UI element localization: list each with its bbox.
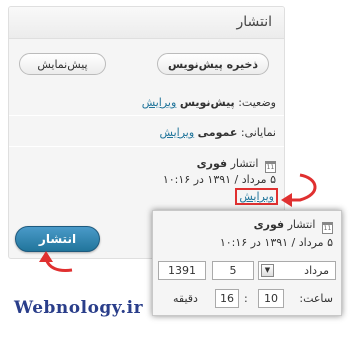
month-select[interactable]: مرداد ▼ bbox=[258, 261, 336, 280]
arrow-to-edit-link bbox=[288, 173, 317, 202]
popup-publish-row: 11 انتشار فوری bbox=[254, 218, 333, 234]
minute-label: دقیقه bbox=[173, 292, 198, 305]
time-separator: : bbox=[244, 292, 248, 305]
time-label: ساعت: bbox=[299, 292, 333, 305]
day-input[interactable]: 5 bbox=[212, 261, 254, 280]
minute-input[interactable]: 16 bbox=[215, 289, 239, 308]
year-input[interactable]: 1391 bbox=[158, 261, 206, 280]
calendar-icon: 11 bbox=[322, 222, 333, 234]
watermark-logo: Webnology.ir bbox=[14, 298, 144, 318]
popup-publish-value: فوری bbox=[253, 218, 285, 231]
popup-date-text: ۵ مرداد / ۱۳۹۱ در ۱۰:۱۶ bbox=[219, 236, 333, 249]
date-edit-popup: 11 انتشار فوری ۵ مرداد / ۱۳۹۱ در ۱۰:۱۶ 1… bbox=[152, 210, 342, 316]
hour-input[interactable]: 10 bbox=[258, 289, 284, 308]
chevron-down-icon[interactable]: ▼ bbox=[261, 264, 274, 277]
arrow-head-edit bbox=[281, 193, 292, 207]
popup-publish-label: انتشار bbox=[287, 218, 316, 231]
month-select-value: مرداد bbox=[304, 264, 329, 277]
arrow-head-publish bbox=[39, 251, 53, 262]
